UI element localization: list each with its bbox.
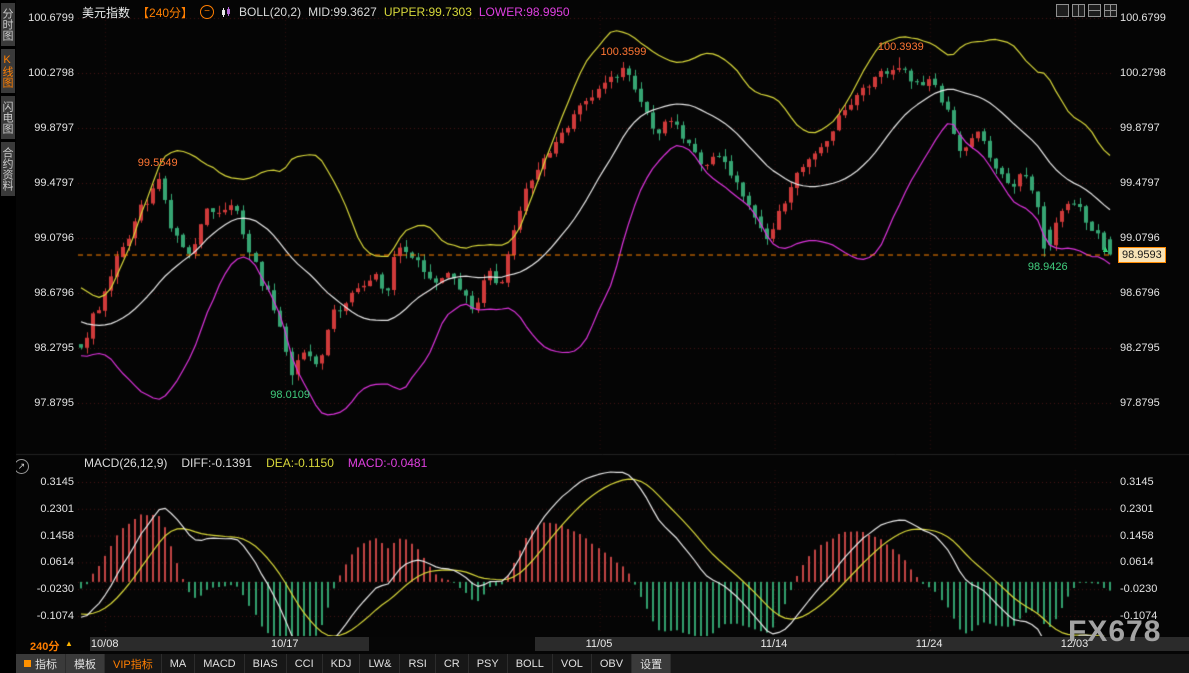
toolbar-item-bias[interactable]: BIAS: [245, 654, 287, 673]
toolbar-item-label: 模板: [74, 656, 96, 672]
chart-canvas[interactable]: [0, 0, 1189, 673]
macd-dea-value: DEA:-0.1150: [266, 456, 334, 470]
toolbar-item-label: LW&: [368, 658, 391, 670]
toolbar-item-label: OBV: [600, 658, 623, 670]
boll-mid-value: MID:99.3627: [308, 5, 377, 19]
sidebar-item-time-chart[interactable]: 分时图: [1, 3, 15, 46]
toolbar-item-label: BIAS: [253, 658, 278, 670]
toolbar-item-settings[interactable]: 设置: [632, 654, 671, 673]
toolbar-item-label: CCI: [295, 658, 314, 670]
trading-terminal: 分时图 K线图闪电图合约资料 美元指数 【240分】 − BOLL(20,2) M…: [0, 0, 1189, 673]
toolbar-item-macd[interactable]: MACD: [195, 654, 244, 673]
layout-split-horizontal-button[interactable]: [1088, 4, 1101, 17]
sidebar: 分时图 K线图闪电图合约资料: [0, 0, 16, 673]
toolbar-item-label: PSY: [477, 658, 499, 670]
chart-header: 美元指数 【240分】 − BOLL(20,2) MID:99.3627 UPP…: [82, 3, 570, 21]
last-price-tag: 98.9593: [1118, 247, 1166, 263]
window-controls: [1056, 4, 1117, 17]
toolbar-item-label: MA: [170, 658, 187, 670]
boll-label: BOLL(20,2): [239, 5, 301, 19]
indicator-grid-icon: [24, 660, 31, 667]
toolbar-item-rsi[interactable]: RSI: [400, 654, 435, 673]
toolbar-item-cr[interactable]: CR: [436, 654, 469, 673]
pane-toggle-button[interactable]: ↗: [14, 459, 29, 474]
boll-lower-value: LOWER:98.9950: [479, 5, 570, 19]
toolbar-item-label: KDJ: [331, 658, 352, 670]
toolbar-item-indicators[interactable]: 指标: [16, 654, 66, 673]
macd-info-row: MACD(26,12,9) DIFF:-0.1391 DEA:-0.1150 M…: [84, 456, 427, 470]
sidebar-item-contract-info[interactable]: 合约资料: [1, 142, 15, 196]
toolbar-item-label: RSI: [408, 658, 426, 670]
toolbar-item-lwr[interactable]: LW&: [360, 654, 400, 673]
time-axis-row: 240分 ▲ 10/0810/1711/0511/1411/2412/03: [16, 636, 1189, 652]
toolbar-item-label: MACD: [203, 658, 235, 670]
layout-single-button[interactable]: [1056, 4, 1069, 17]
toolbar-item-label: 设置: [640, 656, 662, 672]
toolbar-item-psy[interactable]: PSY: [469, 654, 508, 673]
macd-params-label: MACD(26,12,9): [84, 456, 167, 470]
toolbar-item-label: 指标: [35, 656, 57, 672]
sidebar-item-tick-chart[interactable]: 闪电图: [1, 96, 15, 139]
macd-macd-value: MACD:-0.0481: [348, 456, 427, 470]
indicator-toolbar: 指标 模板 VIP指标 MA MACD BIAS CCI KDJ LW&RSI CR PSY BOLL…: [16, 654, 1189, 673]
toolbar-item-kdj[interactable]: KDJ: [323, 654, 361, 673]
toolbar-item-vol[interactable]: VOL: [553, 654, 592, 673]
toolbar-item-label: BOLL: [516, 658, 544, 670]
layout-grid-button[interactable]: [1104, 4, 1117, 17]
toolbar-item-vip-indicators[interactable]: VIP指标: [105, 654, 162, 673]
instrument-title: 美元指数: [82, 4, 130, 21]
toolbar-item-label: CR: [444, 658, 460, 670]
toolbar-item-cci[interactable]: CCI: [287, 654, 323, 673]
boll-upper-value: UPPER:99.7303: [384, 5, 472, 19]
macd-diff-value: DIFF:-0.1391: [181, 456, 252, 470]
scrollbar-track[interactable]: [90, 637, 1189, 651]
scrollbar-thumb[interactable]: [369, 637, 535, 651]
period-tag[interactable]: 【240分】: [137, 4, 193, 21]
price-up-arrow-icon: ▲: [1101, 244, 1110, 254]
toolbar-item-templates[interactable]: 模板: [66, 654, 105, 673]
collapse-chart-icon[interactable]: −: [200, 5, 214, 19]
timeframe-up-icon[interactable]: ▲: [65, 639, 73, 648]
toolbar-item-obv[interactable]: OBV: [592, 654, 632, 673]
toolbar-item-boll[interactable]: BOLL: [508, 654, 553, 673]
toolbar-item-label: VIP指标: [113, 656, 153, 672]
toolbar-item-ma[interactable]: MA: [162, 654, 196, 673]
toolbar-item-label: VOL: [561, 658, 583, 670]
timeframe-label[interactable]: 240分: [30, 638, 59, 654]
layout-split-vertical-button[interactable]: [1072, 4, 1085, 17]
sidebar-item-candle-chart[interactable]: K线图: [1, 49, 15, 93]
indicator-icon: [221, 7, 232, 18]
